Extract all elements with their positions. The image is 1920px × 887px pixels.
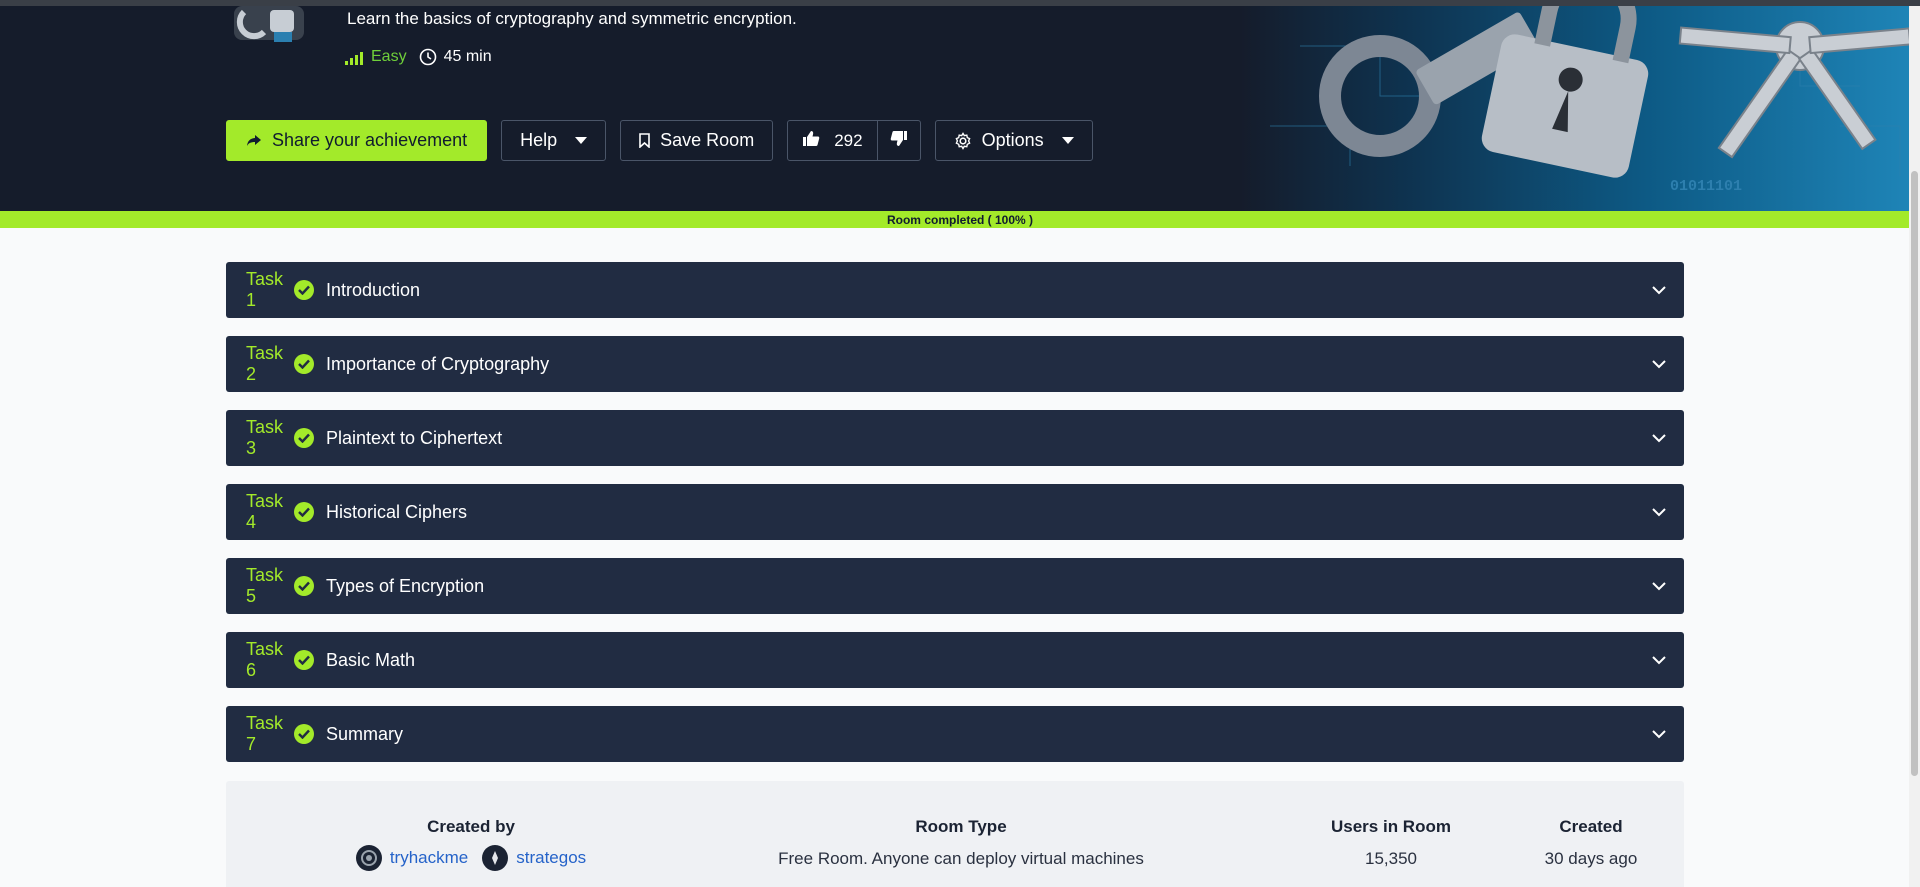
task-number: Task 2 (246, 343, 284, 384)
task-title: Types of Encryption (326, 575, 485, 596)
created-by-heading: Created by (427, 817, 515, 836)
difficulty-label: Easy (371, 48, 407, 65)
creator-link[interactable]: strategos (482, 845, 586, 871)
creator-name: tryhackme (389, 848, 469, 867)
thumbs-up-icon (802, 130, 820, 152)
task-row[interactable]: Task 6 Basic Math (226, 632, 1684, 688)
task-number: Task 7 (246, 713, 284, 754)
share-achievement-label: Share your achievement (272, 130, 468, 150)
chevron-down-icon[interactable] (1652, 652, 1666, 670)
created-by-column: Created by tryhackme strategos (226, 817, 716, 871)
upvote-count: 292 (834, 130, 863, 150)
task-title: Importance of Cryptography (326, 353, 550, 374)
task-list: Task 1 Introduction Task 2 Importance of… (226, 262, 1684, 780)
check-circle-icon (294, 724, 314, 744)
check-circle-icon (294, 576, 314, 596)
upvote-button[interactable]: 292 (788, 121, 878, 160)
room-meta: Easy 45 min (345, 42, 492, 72)
task-number: Task 6 (246, 639, 284, 680)
created-value: 30 days ago (1544, 849, 1638, 868)
task-row[interactable]: Task 1 Introduction (226, 262, 1684, 318)
task-row[interactable]: Task 2 Importance of Cryptography (226, 336, 1684, 392)
chevron-down-icon[interactable] (1652, 504, 1666, 522)
room-progress-bar: Room completed ( 100% ) (0, 211, 1920, 228)
thumbs-down-icon (890, 130, 908, 152)
chevron-down-icon[interactable] (1652, 356, 1666, 374)
chevron-down-icon[interactable] (1652, 430, 1666, 448)
creator-link[interactable]: tryhackme (355, 845, 469, 871)
caret-down-icon (575, 136, 588, 145)
check-circle-icon (294, 280, 314, 300)
avatar (482, 845, 509, 871)
task-number: Task 5 (246, 565, 284, 606)
room-progress-label: Room completed ( 100% ) (886, 212, 1034, 227)
avatar (355, 845, 382, 871)
task-row[interactable]: Task 3 Plaintext to Ciphertext (226, 410, 1684, 466)
banner-binary-text: 01011101 (1670, 178, 1742, 195)
save-room-label: Save Room (660, 130, 755, 150)
downvote-button[interactable] (878, 121, 920, 160)
room-banner-image: 01011101 (1240, 6, 1920, 211)
task-number: Task 3 (246, 417, 284, 458)
chevron-down-icon[interactable] (1652, 282, 1666, 300)
task-row[interactable]: Task 4 Historical Ciphers (226, 484, 1684, 540)
users-heading: Users in Room (1331, 817, 1451, 836)
scrollbar-thumb[interactable] (1911, 171, 1918, 776)
room-type-heading: Room Type (915, 817, 1007, 836)
task-number: Task 4 (246, 491, 284, 532)
room-logo (228, 6, 318, 46)
users-column: Users in Room 15,350 (1286, 817, 1496, 869)
check-circle-icon (294, 650, 314, 670)
task-title: Introduction (326, 279, 421, 300)
vote-group: 292 (787, 120, 921, 161)
clock-icon (419, 48, 437, 66)
help-label: Help (520, 130, 558, 150)
room-actions: Share your achievement Help Save Room 29… (226, 120, 1093, 161)
users-value: 15,350 (1365, 849, 1417, 868)
room-description: Learn the basics of cryptography and sym… (347, 9, 797, 28)
check-circle-icon (294, 428, 314, 448)
difficulty-bars-icon (345, 49, 365, 65)
created-heading: Created (1559, 817, 1623, 836)
task-number: Task 1 (246, 269, 284, 310)
task-title: Plaintext to Ciphertext (326, 427, 503, 448)
options-dropdown-button[interactable]: Options (934, 120, 1093, 161)
options-label: Options (981, 130, 1044, 150)
bookmark-icon (639, 133, 650, 148)
chevron-down-icon[interactable] (1652, 726, 1666, 744)
page-scrollbar[interactable] (1909, 6, 1920, 887)
task-title: Historical Ciphers (326, 501, 468, 522)
created-column: Created 30 days ago (1496, 817, 1686, 869)
task-title: Basic Math (326, 649, 416, 670)
task-row[interactable]: Task 7 Summary (226, 706, 1684, 762)
gear-icon (954, 131, 972, 150)
chevron-down-icon[interactable] (1652, 578, 1666, 596)
room-info-panel: Created by tryhackme strategos Room Type… (226, 781, 1684, 887)
duration-label: 45 min (443, 48, 492, 65)
creator-list: tryhackme strategos (226, 845, 716, 871)
save-room-button[interactable]: Save Room (620, 120, 774, 161)
room-type-column: Room Type Free Room. Anyone can deploy v… (716, 817, 1206, 869)
check-circle-icon (294, 502, 314, 522)
creator-name: strategos (516, 848, 587, 867)
room-type-value: Free Room. Anyone can deploy virtual mac… (778, 849, 1144, 868)
help-dropdown-button[interactable]: Help (501, 120, 607, 161)
share-icon (246, 134, 262, 148)
task-title: Summary (326, 723, 404, 744)
caret-down-icon (1061, 136, 1074, 145)
check-circle-icon (294, 354, 314, 374)
task-row[interactable]: Task 5 Types of Encryption (226, 558, 1684, 614)
room-header: 01011101 Learn the basics of cryptograph… (0, 6, 1920, 211)
share-achievement-button[interactable]: Share your achievement (226, 120, 488, 161)
